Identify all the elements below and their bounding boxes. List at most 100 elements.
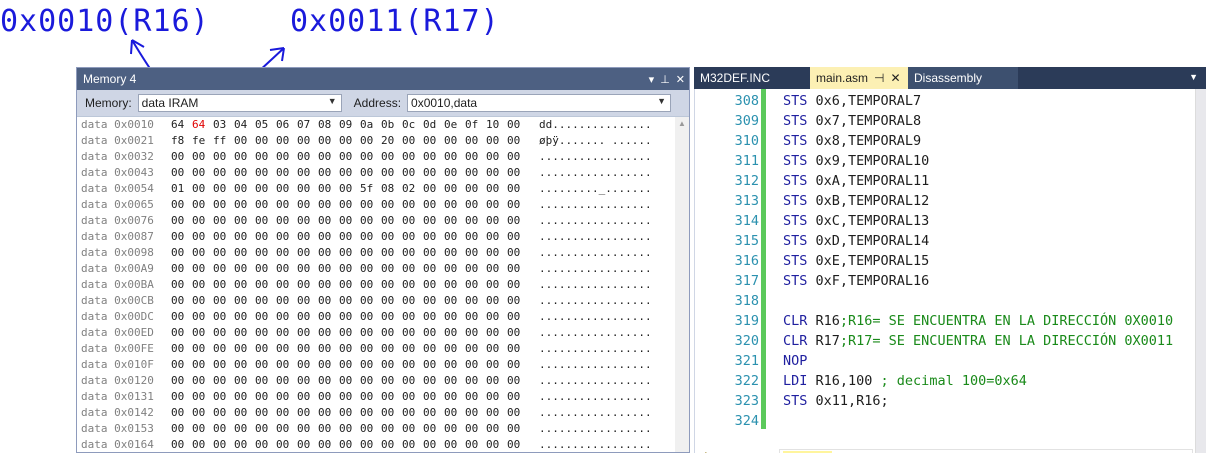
memory-byte[interactable]: 00	[507, 293, 528, 309]
memory-byte[interactable]: 00	[402, 197, 423, 213]
memory-byte[interactable]: 00	[339, 357, 360, 373]
memory-byte[interactable]: 00	[318, 437, 339, 452]
memory-byte[interactable]: 00	[318, 261, 339, 277]
memory-byte[interactable]: 00	[255, 229, 276, 245]
memory-byte[interactable]: 00	[465, 357, 486, 373]
memory-byte[interactable]: 00	[360, 245, 381, 261]
memory-byte[interactable]: 00	[297, 149, 318, 165]
memory-byte[interactable]: 00	[255, 341, 276, 357]
memory-byte[interactable]: 00	[444, 133, 465, 149]
memory-byte[interactable]: 00	[507, 325, 528, 341]
chevron-down-icon[interactable]: ▼	[1189, 72, 1198, 82]
code-line[interactable]: 310 STS 0x8,TEMPORAL9	[695, 131, 1195, 151]
memory-byte[interactable]: 00	[339, 309, 360, 325]
code-line[interactable]: 308 STS 0x6,TEMPORAL7	[695, 91, 1195, 111]
memory-byte[interactable]: 00	[213, 181, 234, 197]
address-input[interactable]: 0x0010,data ▼	[407, 94, 672, 112]
code-line[interactable]: 311 STS 0x9,TEMPORAL10	[695, 151, 1195, 171]
memory-byte[interactable]: 00	[381, 405, 402, 421]
editor-scrollbar[interactable]	[1195, 89, 1206, 453]
code-line[interactable]: 312 STS 0xA,TEMPORAL11	[695, 171, 1195, 191]
memory-byte[interactable]: 00	[507, 357, 528, 373]
memory-byte[interactable]: 00	[360, 325, 381, 341]
memory-byte[interactable]: 00	[171, 405, 192, 421]
memory-row[interactable]: data 0x0098 00 00 00 00 00 00 00 00 00 00 00 00 00 00 0…	[77, 245, 675, 261]
memory-byte[interactable]: 00	[507, 133, 528, 149]
memory-byte[interactable]: 00	[402, 437, 423, 452]
memory-byte[interactable]: 00	[255, 309, 276, 325]
memory-byte[interactable]: 00	[255, 325, 276, 341]
memory-byte[interactable]: 64	[171, 117, 192, 133]
memory-byte[interactable]: 00	[171, 277, 192, 293]
memory-byte[interactable]: 09	[339, 117, 360, 133]
memory-scrollbar[interactable]: ▲	[675, 117, 689, 452]
memory-byte[interactable]: 00	[234, 357, 255, 373]
memory-byte[interactable]: fe	[192, 133, 213, 149]
memory-byte[interactable]: 08	[381, 181, 402, 197]
memory-byte[interactable]: 00	[339, 389, 360, 405]
memory-byte[interactable]: 00	[339, 149, 360, 165]
memory-byte[interactable]: 00	[381, 293, 402, 309]
memory-byte[interactable]: 00	[318, 133, 339, 149]
memory-byte[interactable]: 00	[444, 373, 465, 389]
memory-byte[interactable]: 00	[213, 325, 234, 341]
memory-byte[interactable]: 00	[507, 261, 528, 277]
memory-byte[interactable]: 0c	[402, 117, 423, 133]
memory-byte[interactable]: 00	[465, 245, 486, 261]
memory-byte[interactable]: 00	[339, 277, 360, 293]
memory-byte[interactable]: 00	[507, 389, 528, 405]
memory-byte[interactable]: 00	[381, 325, 402, 341]
memory-byte[interactable]: 00	[213, 197, 234, 213]
memory-byte[interactable]: 00	[276, 325, 297, 341]
memory-byte[interactable]: 00	[213, 229, 234, 245]
code-line[interactable]: 309 STS 0x7,TEMPORAL8	[695, 111, 1195, 131]
memory-byte[interactable]: 00	[255, 437, 276, 452]
memory-byte[interactable]: 00	[234, 213, 255, 229]
memory-byte[interactable]: 00	[507, 181, 528, 197]
memory-byte[interactable]: 00	[234, 373, 255, 389]
memory-byte[interactable]: 00	[423, 197, 444, 213]
memory-byte[interactable]: 00	[192, 357, 213, 373]
memory-byte[interactable]: 00	[486, 341, 507, 357]
memory-byte[interactable]: 00	[423, 389, 444, 405]
memory-byte[interactable]: 00	[465, 373, 486, 389]
memory-byte[interactable]: 00	[381, 197, 402, 213]
code-line[interactable]: 321 NOP	[695, 351, 1195, 371]
memory-byte[interactable]: 00	[234, 437, 255, 452]
memory-byte[interactable]: 00	[339, 133, 360, 149]
memory-byte[interactable]: 00	[486, 133, 507, 149]
memory-byte[interactable]: 00	[297, 309, 318, 325]
memory-byte[interactable]: 00	[255, 293, 276, 309]
memory-byte[interactable]: 00	[297, 277, 318, 293]
memory-byte[interactable]: 0a	[360, 117, 381, 133]
memory-byte[interactable]: 00	[465, 389, 486, 405]
tab-disassembly[interactable]: Disassembly	[908, 67, 1018, 89]
window-menu-icon[interactable]: ▾	[649, 73, 655, 86]
memory-byte[interactable]: 00	[255, 277, 276, 293]
memory-byte[interactable]: 00	[192, 213, 213, 229]
memory-byte[interactable]: 00	[213, 357, 234, 373]
memory-byte[interactable]: 00	[171, 293, 192, 309]
memory-row[interactable]: data 0x0032 00 00 00 00 00 00 00 00 00 00 00 00 00 00 0…	[77, 149, 675, 165]
memory-byte[interactable]: 00	[444, 165, 465, 181]
memory-byte[interactable]: 00	[402, 357, 423, 373]
memory-byte[interactable]: 00	[486, 261, 507, 277]
code-line[interactable]: 319 CLR R16;R16= SE ENCUENTRA EN LA DIREC…	[695, 311, 1195, 331]
memory-byte[interactable]: 00	[192, 277, 213, 293]
memory-row[interactable]: data 0x0021 f8 fe ff 00 00 00 00 00 00 00 20 00 00 00 0…	[77, 133, 675, 149]
memory-byte[interactable]: 00	[423, 309, 444, 325]
memory-byte[interactable]: 00	[465, 293, 486, 309]
memory-byte[interactable]: 00	[486, 213, 507, 229]
memory-byte[interactable]: 00	[318, 181, 339, 197]
code-line[interactable]: 314 STS 0xC,TEMPORAL13	[695, 211, 1195, 231]
memory-byte[interactable]: 00	[444, 277, 465, 293]
memory-byte[interactable]: 00	[381, 277, 402, 293]
memory-byte[interactable]: 01	[171, 181, 192, 197]
memory-byte[interactable]: 00	[360, 309, 381, 325]
memory-byte[interactable]: 00	[339, 197, 360, 213]
memory-byte[interactable]: 00	[486, 293, 507, 309]
memory-row[interactable]: data 0x0087 00 00 00 00 00 00 00 00 00 00 00 00 00 00 0…	[77, 229, 675, 245]
memory-byte[interactable]: 00	[465, 197, 486, 213]
memory-byte[interactable]: 00	[318, 165, 339, 181]
memory-byte[interactable]: 00	[465, 261, 486, 277]
